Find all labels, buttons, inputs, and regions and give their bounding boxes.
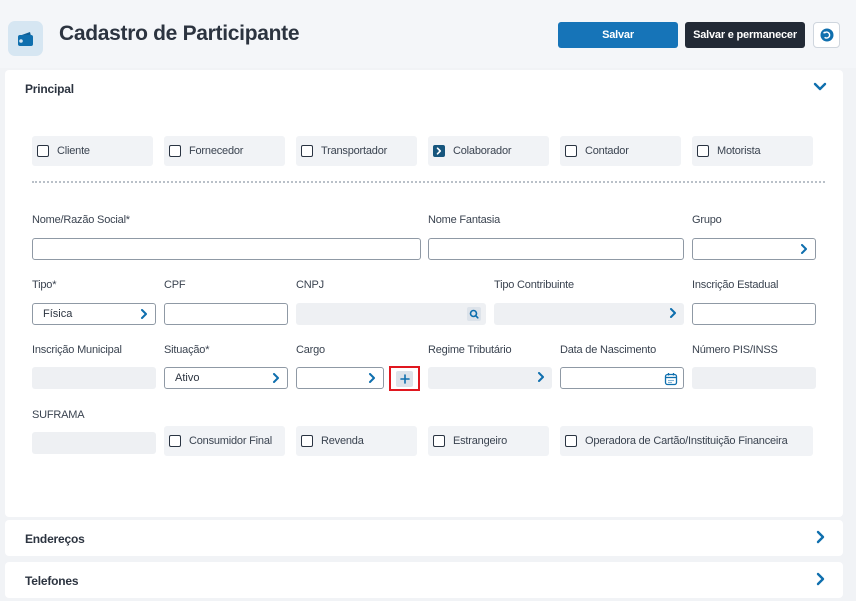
- checkbox-checked[interactable]: [433, 145, 445, 157]
- enderecos-title: Endereços: [25, 532, 85, 546]
- nascimento-input[interactable]: [560, 367, 684, 389]
- inscricao-municipal-input[interactable]: [32, 367, 156, 389]
- chevron-right-icon: [816, 530, 825, 544]
- role-transportador[interactable]: Transportador: [296, 136, 417, 166]
- telefones-title: Telefones: [25, 574, 79, 588]
- chevron-right-icon: [141, 309, 147, 319]
- regime-select[interactable]: [428, 367, 552, 389]
- role-label: Cliente: [57, 145, 90, 157]
- chevron-right-icon: [369, 373, 375, 383]
- role-label: Contador: [585, 145, 629, 157]
- nascimento-label: Data de Nascimento: [560, 344, 657, 356]
- nome-input[interactable]: [32, 238, 421, 260]
- option-operadora-cartao[interactable]: Operadora de Cartão/Instituição Financei…: [560, 426, 813, 456]
- undo-icon: [820, 28, 833, 42]
- checkbox[interactable]: [301, 145, 313, 157]
- tipo-contribuinte-select[interactable]: [494, 303, 684, 325]
- calendar-icon[interactable]: [664, 372, 678, 386]
- option-estrangeiro[interactable]: Estrangeiro: [428, 426, 549, 456]
- chevron-right-icon: [273, 373, 279, 383]
- tipo-label: Tipo*: [32, 279, 57, 291]
- checkbox[interactable]: [433, 435, 445, 447]
- option-consumidor-final[interactable]: Consumidor Final: [164, 426, 285, 456]
- role-label: Colaborador: [453, 145, 512, 157]
- chevron-down-icon[interactable]: [813, 80, 827, 94]
- cnpj-label: CNPJ: [296, 279, 324, 291]
- role-colaborador[interactable]: Colaborador: [428, 136, 549, 166]
- tipo-contribuinte-label: Tipo Contribuinte: [494, 279, 574, 291]
- wallet-icon: [8, 21, 43, 56]
- chevron-right-icon: [801, 244, 807, 254]
- cpf-label: CPF: [164, 279, 186, 291]
- inscricao-estadual-label: Inscrição Estadual: [692, 279, 779, 291]
- role-label: Motorista: [717, 145, 761, 157]
- option-revenda[interactable]: Revenda: [296, 426, 417, 456]
- cargo-select[interactable]: [296, 367, 384, 389]
- pis-label: Número PIS/INSS: [692, 344, 778, 356]
- option-label: Revenda: [321, 435, 364, 447]
- search-icon[interactable]: [467, 307, 481, 321]
- enderecos-panel[interactable]: Endereços: [5, 520, 843, 556]
- role-label: Transportador: [321, 145, 388, 157]
- chevron-right-icon: [670, 308, 676, 318]
- suframa-input[interactable]: [32, 432, 156, 454]
- checkbox[interactable]: [169, 435, 181, 447]
- page-title: Cadastro de Participante: [59, 22, 300, 45]
- checkbox[interactable]: [565, 435, 577, 447]
- telefones-panel[interactable]: Telefones: [5, 562, 843, 598]
- chevron-right-icon: [816, 572, 825, 586]
- situacao-value: Ativo: [175, 372, 200, 384]
- chevron-right-icon: [538, 372, 544, 382]
- plus-icon: [396, 370, 413, 387]
- grupo-label: Grupo: [692, 214, 722, 226]
- tipo-select[interactable]: Física: [32, 303, 156, 325]
- role-cliente[interactable]: Cliente: [32, 136, 153, 166]
- add-cargo-button[interactable]: [389, 366, 420, 391]
- save-and-stay-button[interactable]: Salvar e permanecer: [685, 22, 805, 48]
- checkbox[interactable]: [697, 145, 709, 157]
- inscricao-municipal-label: Inscrição Municipal: [32, 344, 122, 356]
- cpf-input[interactable]: [164, 303, 288, 325]
- situacao-select[interactable]: Ativo: [164, 367, 288, 389]
- role-contador[interactable]: Contador: [560, 136, 681, 166]
- divider: [32, 181, 825, 183]
- principal-title[interactable]: Principal: [25, 82, 74, 96]
- option-label: Consumidor Final: [189, 435, 273, 447]
- option-label: Operadora de Cartão/Instituição Financei…: [585, 435, 788, 447]
- pis-input[interactable]: [692, 367, 816, 389]
- fantasia-input[interactable]: [428, 238, 684, 260]
- role-label: Fornecedor: [189, 145, 244, 157]
- tipo-value: Física: [43, 308, 73, 320]
- fantasia-label: Nome Fantasia: [428, 214, 500, 226]
- chevron-right-icon: [436, 147, 442, 155]
- checkbox[interactable]: [37, 145, 49, 157]
- nome-label: Nome/Razão Social*: [32, 214, 130, 226]
- undo-button[interactable]: [813, 22, 840, 48]
- role-fornecedor[interactable]: Fornecedor: [164, 136, 285, 166]
- save-button[interactable]: Salvar: [558, 22, 678, 48]
- inscricao-estadual-input[interactable]: [692, 303, 816, 325]
- page-header: Cadastro de Participante Salvar Salvar e…: [0, 0, 856, 68]
- checkbox[interactable]: [169, 145, 181, 157]
- cargo-label: Cargo: [296, 344, 325, 356]
- grupo-select[interactable]: [692, 238, 816, 260]
- option-label: Estrangeiro: [453, 435, 508, 447]
- role-motorista[interactable]: Motorista: [692, 136, 813, 166]
- situacao-label: Situação*: [164, 344, 210, 356]
- cnpj-input[interactable]: [296, 303, 486, 325]
- checkbox[interactable]: [565, 145, 577, 157]
- suframa-label: SUFRAMA: [32, 409, 85, 421]
- checkbox[interactable]: [301, 435, 313, 447]
- regime-label: Regime Tributário: [428, 344, 512, 356]
